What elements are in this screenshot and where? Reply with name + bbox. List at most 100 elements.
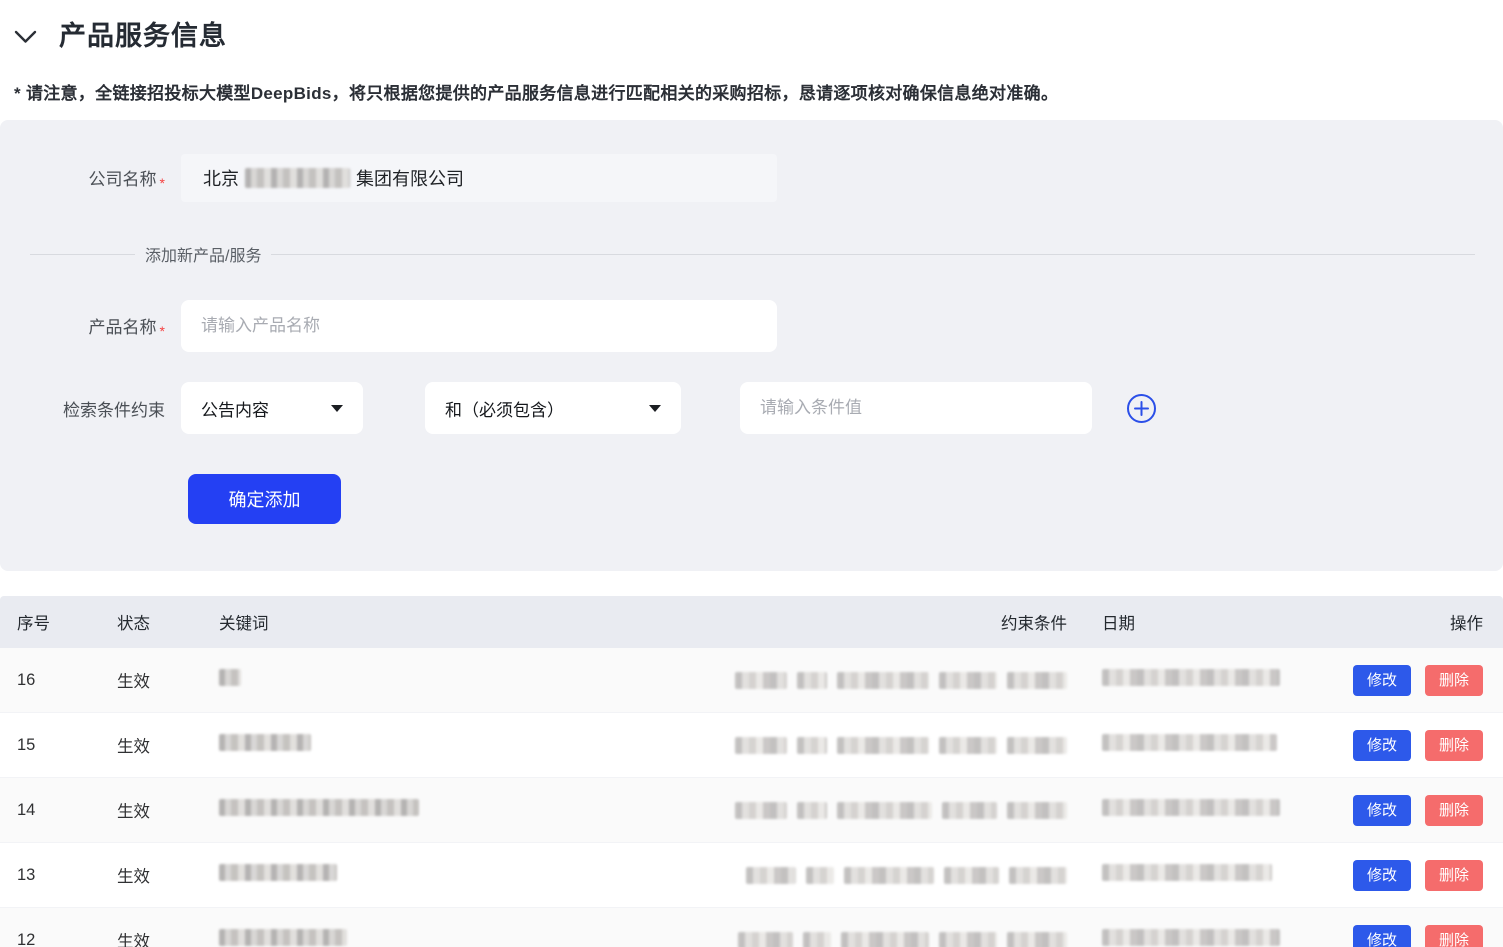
keywords-table: 序号 状态 关键词 约束条件 日期 操作 16 生效 修改 删除 15 生效 修…	[0, 596, 1503, 947]
chevron-down-icon[interactable]	[14, 24, 37, 44]
constraint-redacted-block	[939, 737, 997, 754]
delete-button[interactable]: 删除	[1425, 730, 1483, 761]
table-body: 16 生效 修改 删除 15 生效 修改 删除 14 生效 修改 删除 13 生	[0, 648, 1503, 947]
constraint-redacted-block	[1007, 737, 1067, 754]
header-date: 日期	[1067, 610, 1280, 634]
table-row: 13 生效 修改 删除	[0, 843, 1503, 908]
row-constraint	[735, 672, 1067, 689]
constraint-redacted-block	[735, 672, 787, 689]
row-index: 14	[17, 801, 117, 820]
constraint-redacted-block	[1007, 672, 1067, 689]
delete-button[interactable]: 删除	[1425, 795, 1483, 826]
condition-row: 检索条件约束 公告内容 和（必须包含）	[0, 382, 1503, 434]
constraint-redacted-block	[803, 932, 831, 947]
row-status: 生效	[117, 733, 219, 757]
constraint-redacted-block	[1007, 802, 1067, 819]
delete-button[interactable]: 删除	[1425, 925, 1483, 947]
row-index: 15	[17, 736, 117, 755]
row-actions: 修改 删除	[1280, 730, 1483, 761]
row-status: 生效	[117, 798, 219, 822]
product-row: 产品名称*	[0, 300, 1503, 352]
constraint-redacted-block	[939, 932, 997, 947]
divider-label: 添加新产品/服务	[145, 242, 261, 266]
product-service-form: 公司名称* 北京 集团有限公司 添加新产品/服务 产品名称* 检索条件约束 公告…	[0, 120, 1503, 571]
table-header: 序号 状态 关键词 约束条件 日期 操作	[0, 596, 1503, 648]
caret-down-icon	[331, 405, 343, 412]
company-label: 公司名称*	[0, 165, 165, 191]
delete-button[interactable]: 删除	[1425, 665, 1483, 696]
row-keyword	[219, 734, 735, 756]
header-keyword: 关键词	[219, 610, 735, 634]
constraint-redacted-block	[735, 737, 787, 754]
edit-button[interactable]: 修改	[1353, 860, 1411, 891]
condition-label: 检索条件约束	[0, 396, 165, 421]
row-index: 12	[17, 931, 117, 947]
constraint-redacted-block	[942, 802, 997, 819]
header-index: 序号	[17, 610, 117, 634]
row-status: 生效	[117, 668, 219, 692]
row-date	[1067, 734, 1280, 756]
row-date	[1067, 799, 1280, 821]
company-name-prefix: 北京	[203, 165, 239, 191]
date-redacted-block	[1102, 669, 1280, 686]
constraint-redacted-block	[797, 672, 827, 689]
constraint-redacted-block	[735, 802, 787, 819]
keyword-redacted-block	[219, 799, 419, 816]
table-row: 15 生效 修改 删除	[0, 713, 1503, 778]
row-date	[1067, 929, 1280, 947]
constraint-redacted-block	[806, 867, 834, 884]
product-label: 产品名称*	[0, 313, 165, 339]
row-constraint	[735, 932, 1067, 947]
row-date	[1067, 669, 1280, 691]
plus-circle-icon[interactable]	[1126, 393, 1157, 424]
caret-down-icon	[649, 405, 661, 412]
submit-row: 确定添加	[0, 474, 1503, 524]
row-date	[1067, 864, 1280, 886]
date-redacted-block	[1102, 929, 1280, 946]
keyword-redacted-block	[219, 734, 311, 751]
row-constraint	[735, 867, 1067, 884]
date-redacted-block	[1102, 864, 1272, 881]
row-index: 16	[17, 671, 117, 690]
condition-value-input[interactable]	[740, 382, 1092, 434]
delete-button[interactable]: 删除	[1425, 860, 1483, 891]
scope-select[interactable]: 公告内容	[181, 382, 363, 434]
section-divider: 添加新产品/服务	[30, 242, 1475, 266]
table-row: 12 生效 修改 删除	[0, 908, 1503, 947]
edit-button[interactable]: 修改	[1353, 730, 1411, 761]
edit-button[interactable]: 修改	[1353, 665, 1411, 696]
date-redacted-block	[1102, 734, 1277, 751]
keyword-redacted-block	[219, 669, 241, 686]
row-keyword	[219, 929, 735, 947]
constraint-redacted-block	[738, 932, 793, 947]
header-actions: 操作	[1280, 610, 1483, 634]
constraint-redacted-block	[837, 672, 929, 689]
edit-button[interactable]: 修改	[1353, 795, 1411, 826]
constraint-redacted-block	[797, 737, 827, 754]
keyword-redacted-block	[219, 864, 337, 881]
logic-select-value: 和（必须包含）	[445, 396, 564, 421]
table-row: 14 生效 修改 删除	[0, 778, 1503, 843]
row-index: 13	[17, 866, 117, 885]
constraint-redacted-block	[746, 867, 796, 884]
scope-select-value: 公告内容	[201, 396, 269, 421]
row-actions: 修改 删除	[1280, 665, 1483, 696]
header-status: 状态	[117, 610, 219, 634]
required-asterisk: *	[160, 323, 165, 339]
logic-select[interactable]: 和（必须包含）	[425, 382, 681, 434]
date-redacted-block	[1102, 799, 1280, 816]
header-constraint: 约束条件	[735, 610, 1067, 634]
product-name-input[interactable]	[181, 300, 777, 352]
row-constraint	[735, 802, 1067, 819]
row-status: 生效	[117, 863, 219, 887]
constraint-redacted-block	[797, 802, 827, 819]
row-keyword	[219, 864, 735, 886]
constraint-redacted-block	[1009, 867, 1067, 884]
constraint-redacted-block	[939, 672, 997, 689]
confirm-add-button[interactable]: 确定添加	[188, 474, 341, 524]
page-title: 产品服务信息	[59, 14, 227, 53]
notice-text: * 请注意，全链接招投标大模型DeepBids，将只根据您提供的产品服务信息进行…	[14, 79, 1491, 104]
company-row: 公司名称* 北京 集团有限公司	[0, 154, 1503, 202]
row-actions: 修改 删除	[1280, 925, 1483, 947]
edit-button[interactable]: 修改	[1353, 925, 1411, 947]
